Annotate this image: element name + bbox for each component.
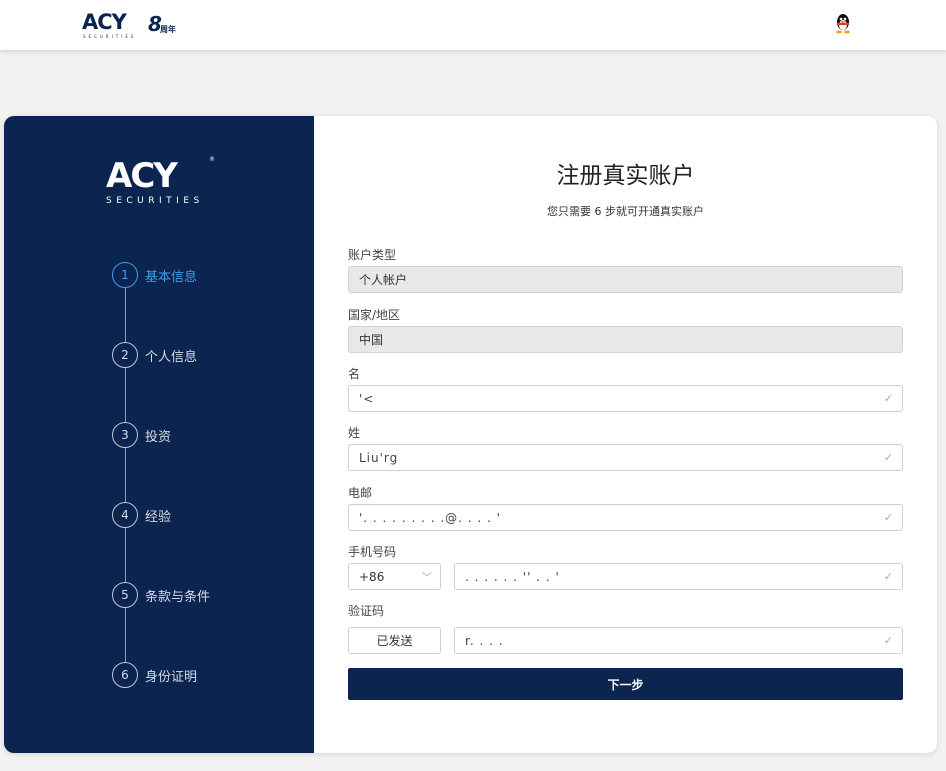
- step-6-id-proof[interactable]: 6 身份证明: [112, 662, 197, 688]
- first-name-label: 名: [348, 367, 361, 381]
- registered-mark-icon: ®: [209, 156, 215, 163]
- sidebar-logo: ACY ® SECURITIES: [106, 156, 216, 208]
- first-name-value: '<: [359, 391, 375, 406]
- verification-code-label: 验证码: [348, 604, 385, 618]
- check-icon: ✓: [883, 392, 893, 405]
- step-label: 基本信息: [145, 269, 198, 285]
- send-code-button[interactable]: 已发送: [348, 627, 441, 654]
- step-3-investment[interactable]: 3 投资: [112, 422, 171, 448]
- next-step-button[interactable]: 下一步: [348, 668, 903, 700]
- step-number: 2: [112, 342, 138, 368]
- registration-card: ACY ® SECURITIES 1 基本信息 2 个人信息 3 投资 4 经验…: [4, 116, 937, 753]
- email-label: 电邮: [348, 486, 373, 500]
- email-value: '. . . . . . . . .@. . . . ': [359, 510, 501, 525]
- country-code-value: +86: [359, 569, 385, 584]
- step-label: 个人信息: [145, 349, 198, 365]
- steps-sidebar: ACY ® SECURITIES 1 基本信息 2 个人信息 3 投资 4 经验…: [4, 116, 314, 753]
- country-label: 国家/地区: [348, 308, 401, 322]
- email-input[interactable]: '. . . . . . . . .@. . . . ' ✓: [348, 504, 903, 531]
- account-type-label: 账户类型: [348, 248, 397, 262]
- verification-code-input[interactable]: r. . . . ✓: [454, 627, 903, 654]
- check-icon: ✓: [883, 634, 893, 647]
- logo-subtext: SECURITIES: [83, 34, 137, 39]
- first-name-input[interactable]: '< ✓: [348, 385, 903, 412]
- step-5-terms[interactable]: 5 条款与条件: [112, 582, 210, 608]
- qq-penguin-icon[interactable]: [834, 12, 852, 34]
- anniversary-text: 周年: [160, 25, 176, 34]
- step-label: 投资: [145, 429, 172, 445]
- chevron-down-icon: ﹀: [422, 573, 432, 584]
- page-title: 注册真实账户: [556, 163, 695, 189]
- check-icon: ✓: [883, 570, 893, 583]
- phone-input[interactable]: . . . . . . '' . . ' ✓: [454, 563, 903, 590]
- step-number: 5: [112, 582, 138, 608]
- verification-code-value: r. . . .: [465, 633, 504, 648]
- last-name-input[interactable]: Liu'rg ✓: [348, 444, 903, 471]
- brand-logo[interactable]: ACY SECURITIES 8 周年: [82, 10, 192, 40]
- last-name-value: Liu'rg: [359, 450, 399, 465]
- step-label: 经验: [145, 509, 172, 525]
- logo-text: ACY: [82, 10, 127, 34]
- last-name-label: 姓: [348, 426, 361, 440]
- account-type-value: 个人帐户: [359, 273, 408, 287]
- step-label: 条款与条件: [145, 589, 211, 605]
- registration-form: 注册真实账户 您只需要 6 步就可开通真实账户 账户类型 个人帐户 国家/地区 …: [314, 116, 937, 753]
- step-number: 1: [112, 262, 138, 288]
- country-field: 中国: [348, 326, 903, 353]
- sidebar-logo-text: ACY: [106, 156, 178, 196]
- account-type-field: 个人帐户: [348, 266, 903, 293]
- country-code-select[interactable]: +86 ﹀: [348, 563, 441, 590]
- step-4-experience[interactable]: 4 经验: [112, 502, 171, 528]
- step-1-basic-info[interactable]: 1 基本信息: [112, 262, 197, 288]
- step-number: 6: [112, 662, 138, 688]
- sidebar-logo-subtext: SECURITIES: [106, 196, 204, 206]
- page-subtitle: 您只需要 6 步就可开通真实账户: [547, 205, 704, 218]
- phone-label: 手机号码: [348, 545, 397, 559]
- check-icon: ✓: [883, 451, 893, 464]
- step-2-personal-info[interactable]: 2 个人信息: [112, 342, 197, 368]
- step-number: 4: [112, 502, 138, 528]
- step-number: 3: [112, 422, 138, 448]
- check-icon: ✓: [883, 511, 893, 524]
- country-value: 中国: [359, 333, 384, 347]
- step-label: 身份证明: [145, 669, 198, 685]
- phone-value: . . . . . . '' . . ': [465, 569, 560, 584]
- top-header: ACY SECURITIES 8 周年: [0, 0, 946, 50]
